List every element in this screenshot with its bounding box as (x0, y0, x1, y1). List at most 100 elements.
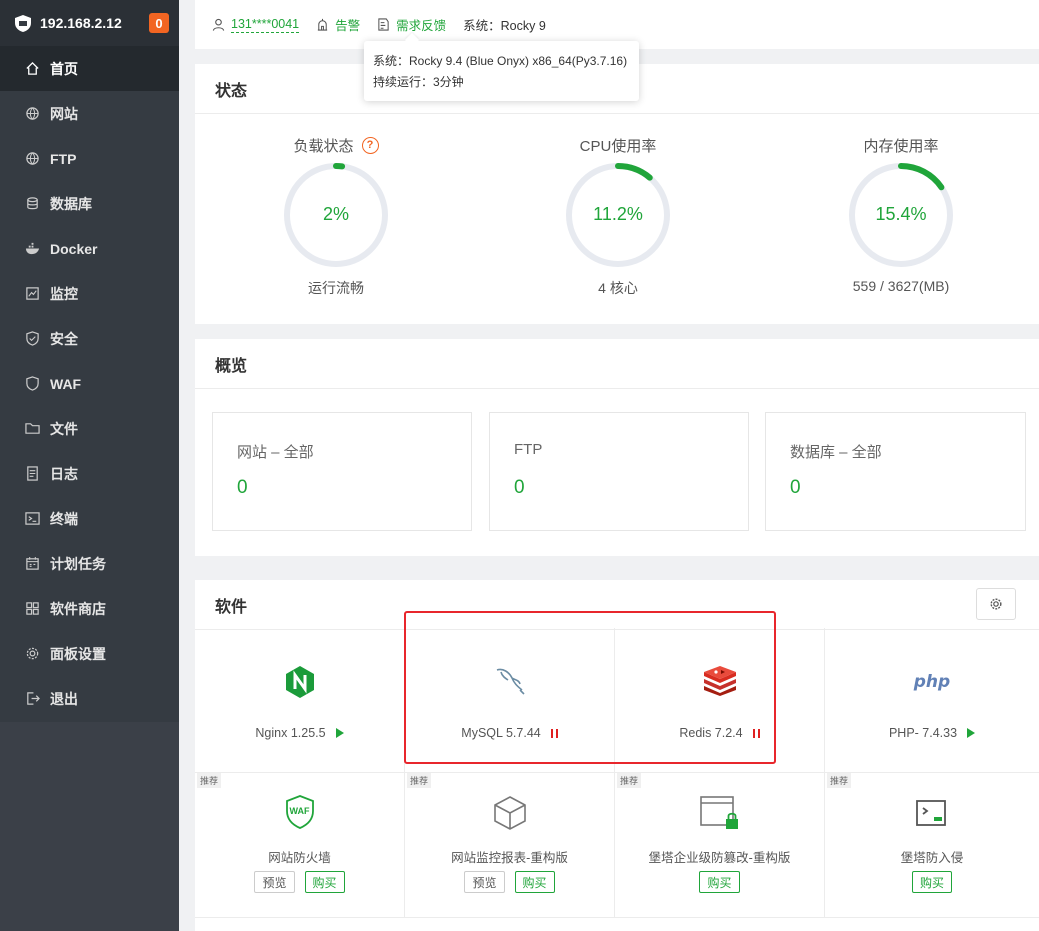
load-value: 2% (323, 204, 349, 224)
sidebar-item-store[interactable]: 软件商店 (0, 586, 179, 631)
card-title: FTP (514, 441, 543, 458)
memory-gauge[interactable]: 内存使用率 15.4% 559 / 3627(MB) (801, 134, 1001, 294)
software-settings-button[interactable] (976, 588, 1016, 620)
sidebar: 192.168.2.12 0 首页 网站 FTP 数据库 Docker 监控 安… (0, 0, 179, 931)
play-icon[interactable] (967, 728, 976, 738)
gear-icon (990, 598, 1002, 610)
cpu-label: CPU使用率 (579, 137, 657, 155)
system-tooltip: 系统：Rocky 9.4 (Blue Onyx) x86_64(Py3.7.16… (364, 41, 639, 101)
software-name: 堡塔企业级防篡改-重构版 (648, 851, 791, 865)
php-logo-icon: php (913, 672, 951, 692)
logout-icon (24, 691, 40, 707)
sidebar-item-settings[interactable]: 面板设置 (0, 631, 179, 676)
load-sub: 运行流畅 (308, 280, 364, 296)
load-label: 负载状态 (293, 137, 354, 155)
user-phone[interactable]: 131****0041 (231, 17, 300, 33)
load-gauge[interactable]: 负载状态 ? 2% 运行流畅 (236, 134, 436, 298)
preview-button[interactable]: 预览 (254, 871, 295, 893)
sidebar-item-terminal[interactable]: 终端 (0, 496, 179, 541)
sidebar-item-logs[interactable]: 日志 (0, 451, 179, 496)
sidebar-item-docker[interactable]: Docker (0, 226, 179, 271)
gauge-label: 负载状态 ? (236, 134, 436, 156)
sidebar-item-security[interactable]: 安全 (0, 316, 179, 361)
sidebar-item-monitor[interactable]: 监控 (0, 271, 179, 316)
folder-icon (24, 421, 40, 437)
action-buttons: 购买 (825, 871, 1039, 893)
overview-card-websites[interactable]: 网站 – 全部 0 (212, 412, 472, 531)
sidebar-header: 192.168.2.12 0 (0, 0, 179, 46)
sidebar-item-waf[interactable]: WAF (0, 361, 179, 406)
overview-card-ftp[interactable]: FTP 0 (489, 412, 749, 531)
sidebar-item-website[interactable]: 网站 (0, 91, 179, 136)
sidebar-item-label: 首页 (50, 60, 78, 77)
cpu-value: 11.2% (593, 204, 643, 224)
buy-button[interactable]: 购买 (911, 871, 952, 893)
sidebar-item-label: 面板设置 (50, 645, 106, 662)
sidebar-item-ftp[interactable]: FTP (0, 136, 179, 181)
sidebar-item-logout[interactable]: 退出 (0, 676, 179, 721)
alert-label: 告警 (335, 19, 361, 33)
waf-icon (24, 376, 40, 392)
load-ring: 2% (284, 163, 388, 267)
overview-panel: 概览 网站 – 全部 0 FTP 0 数据库 – 全部 0 (195, 339, 1039, 556)
sidebar-item-files[interactable]: 文件 (0, 406, 179, 451)
card-count[interactable]: 0 (790, 477, 801, 499)
software-item-tamper-proof[interactable]: 推荐 堡塔企业级防篡改-重构版 购买 (615, 773, 825, 918)
terminal-icon (24, 511, 40, 527)
sidebar-item-cron[interactable]: 计划任务 (0, 541, 179, 586)
sidebar-footer (0, 722, 179, 931)
sidebar-item-label: Docker (50, 240, 98, 257)
memory-label: 内存使用率 (863, 137, 939, 155)
sidebar-nav: 首页 网站 FTP 数据库 Docker 监控 安全 WAF 文件 日志 终端 … (0, 46, 179, 721)
cube-icon (405, 795, 614, 831)
card-count[interactable]: 0 (514, 477, 525, 499)
buy-button[interactable]: 购买 (514, 871, 555, 893)
preview-button[interactable]: 预览 (464, 871, 505, 893)
feedback-link[interactable]: 需求反馈 (377, 15, 446, 34)
terminal-lock-icon (825, 799, 1039, 829)
nginx-icon (195, 666, 404, 698)
sidebar-item-database[interactable]: 数据库 (0, 181, 179, 226)
action-buttons: 购买 (615, 871, 824, 893)
software-item-monitor-report[interactable]: 推荐 网站监控报表-重构版 预览 购买 (405, 773, 615, 918)
overview-card-databases[interactable]: 数据库 – 全部 0 (765, 412, 1026, 531)
user-icon (212, 18, 225, 31)
software-item-intrusion-prevention[interactable]: 推荐 堡塔防入侵 购买 (825, 773, 1039, 918)
monitor-icon (24, 286, 40, 302)
buy-button[interactable]: 购买 (304, 871, 345, 893)
sidebar-item-label: WAF (50, 375, 82, 392)
browser-lock-icon (615, 795, 824, 833)
status-panel: 状态 负载状态 ? 2% 运行流畅 CPU使用率 11.2% 4 核心 内存使用… (195, 64, 1039, 324)
sidebar-item-label: 终端 (50, 510, 78, 527)
docker-icon (24, 241, 40, 257)
calendar-icon (24, 556, 40, 572)
software-item-waf[interactable]: 推荐 WAF 网站防火墙 预览 购买 (195, 773, 405, 918)
software-item-php[interactable]: php PHP- 7.4.33 (825, 628, 1039, 773)
overview-title: 概览 (195, 339, 1039, 389)
shield-icon (24, 331, 40, 347)
recommend-tag: 推荐 (197, 773, 222, 788)
software-item-nginx[interactable]: Nginx 1.25.5 (195, 628, 405, 773)
help-icon[interactable]: ? (361, 136, 379, 154)
cpu-sub: 4 核心 (598, 280, 638, 296)
system-info[interactable]: 系统：Rocky 9 (463, 15, 546, 34)
highlight-box (404, 611, 776, 764)
notification-badge[interactable]: 0 (149, 13, 169, 33)
recommend-tag: 推荐 (407, 773, 432, 788)
alert-link[interactable]: 告警 (316, 15, 360, 34)
software-name: 堡塔防入侵 (900, 851, 964, 865)
waf-shield-icon: WAF (195, 795, 404, 829)
tooltip-uptime-line: 持续运行：3分钟 (373, 75, 464, 89)
home-icon (24, 61, 40, 77)
sidebar-item-home[interactable]: 首页 (0, 46, 179, 91)
cpu-gauge[interactable]: CPU使用率 11.2% 4 核心 (518, 134, 718, 298)
buy-button[interactable]: 购买 (699, 871, 740, 893)
sidebar-item-label: 软件商店 (50, 600, 106, 617)
card-count[interactable]: 0 (237, 477, 248, 499)
tooltip-system-line: 系统：Rocky 9.4 (Blue Onyx) x86_64(Py3.7.16… (373, 54, 628, 68)
card-title: 数据库 – 全部 (790, 444, 882, 461)
user-account[interactable]: 131****0041 (212, 17, 300, 33)
card-title: 网站 – 全部 (237, 444, 314, 461)
software-name: 网站监控报表-重构版 (451, 851, 568, 865)
play-icon[interactable] (335, 728, 344, 738)
